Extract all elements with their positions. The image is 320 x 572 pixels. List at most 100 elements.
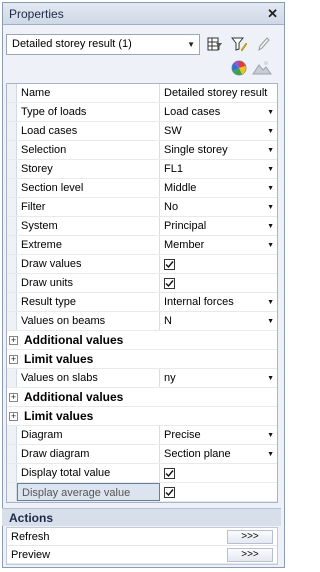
chevron-down-icon[interactable]: ▼ bbox=[267, 242, 274, 249]
property-value: Single storey bbox=[164, 144, 228, 156]
expand-plus-icon[interactable]: + bbox=[9, 354, 18, 364]
filter-edit-icon[interactable] bbox=[230, 34, 248, 54]
property-value-cell[interactable]: Detailed storey result bbox=[160, 84, 277, 102]
chevron-down-icon: ▼ bbox=[187, 39, 195, 49]
property-name: Name bbox=[17, 84, 160, 102]
property-row-storey[interactable]: Storey FL1 ▼ bbox=[7, 160, 277, 179]
property-name: Diagram bbox=[17, 426, 160, 444]
row-margin bbox=[7, 426, 17, 444]
property-value-cell[interactable]: Single storey ▼ bbox=[160, 141, 277, 159]
property-row-display-total-value[interactable]: Display total value bbox=[7, 464, 277, 483]
property-row-section-level[interactable]: Section level Middle ▼ bbox=[7, 179, 277, 198]
property-row-type-of-loads[interactable]: Type of loads Load cases ▼ bbox=[7, 103, 277, 122]
property-value: N bbox=[164, 315, 172, 327]
chevron-down-icon[interactable]: ▼ bbox=[267, 223, 274, 230]
chevron-down-icon[interactable]: ▼ bbox=[267, 109, 274, 116]
property-value-cell[interactable]: No ▼ bbox=[160, 198, 277, 216]
checkbox[interactable] bbox=[164, 486, 175, 498]
chevron-down-icon[interactable]: ▼ bbox=[267, 128, 274, 135]
property-value: Load cases bbox=[164, 106, 221, 118]
property-row-name[interactable]: Name Detailed storey result bbox=[7, 84, 277, 103]
pencil-icon[interactable] bbox=[254, 34, 272, 54]
chevron-down-icon[interactable]: ▼ bbox=[267, 318, 274, 325]
property-row-draw-units[interactable]: Draw units bbox=[7, 274, 277, 293]
checkbox[interactable] bbox=[164, 467, 175, 479]
panel-titlebar: Properties ✕ bbox=[3, 3, 284, 25]
property-row-system[interactable]: System Principal ▼ bbox=[7, 217, 277, 236]
row-margin bbox=[7, 274, 17, 292]
row-margin bbox=[7, 236, 17, 254]
chevron-down-icon[interactable]: ▼ bbox=[267, 432, 274, 439]
property-row-draw-diagram[interactable]: Draw diagram Section plane ▼ bbox=[7, 445, 277, 464]
category-limit-values[interactable]: + Limit values bbox=[7, 350, 277, 369]
property-value-cell[interactable]: N ▼ bbox=[160, 312, 277, 330]
expand-plus-icon[interactable]: + bbox=[9, 411, 18, 421]
color-palette-icon[interactable] bbox=[230, 59, 248, 77]
property-value-cell[interactable]: Section plane ▼ bbox=[160, 445, 277, 463]
property-value: Principal bbox=[164, 220, 207, 232]
property-row-display-average-value[interactable]: Display average value bbox=[7, 483, 277, 502]
table-filter-icon[interactable] bbox=[206, 34, 224, 54]
property-name: Load cases bbox=[17, 122, 160, 140]
property-value-cell[interactable]: FL1 ▼ bbox=[160, 160, 277, 178]
property-name: Draw values bbox=[17, 255, 160, 273]
property-value-cell[interactable]: Load cases ▼ bbox=[160, 103, 277, 121]
property-row-draw-values[interactable]: Draw values bbox=[7, 255, 277, 274]
property-value-cell[interactable]: ny ▼ bbox=[160, 369, 277, 387]
category-additional-values[interactable]: + Additional values bbox=[7, 388, 277, 407]
landscape-render-icon[interactable] bbox=[252, 59, 272, 77]
property-row-result-type[interactable]: Result type Internal forces ▼ bbox=[7, 293, 277, 312]
property-value-cell[interactable]: Middle ▼ bbox=[160, 179, 277, 197]
refresh-button[interactable]: >>> bbox=[227, 529, 273, 544]
row-margin bbox=[7, 293, 17, 311]
property-value-cell[interactable]: SW ▼ bbox=[160, 122, 277, 140]
chevron-down-icon[interactable]: ▼ bbox=[267, 204, 274, 211]
chevron-down-icon[interactable]: ▼ bbox=[267, 185, 274, 192]
property-value: Internal forces bbox=[164, 296, 234, 308]
property-row-diagram[interactable]: Diagram Precise ▼ bbox=[7, 426, 277, 445]
property-value-cell[interactable]: Member ▼ bbox=[160, 236, 277, 254]
checkbox[interactable] bbox=[164, 258, 175, 270]
property-row-load-cases[interactable]: Load cases SW ▼ bbox=[7, 122, 277, 141]
property-value-cell[interactable]: Internal forces ▼ bbox=[160, 293, 277, 311]
property-value: No bbox=[164, 201, 179, 213]
chevron-down-icon[interactable]: ▼ bbox=[267, 451, 274, 458]
row-margin bbox=[7, 141, 17, 159]
close-icon[interactable]: ✕ bbox=[267, 6, 278, 22]
property-name: Display total value bbox=[17, 464, 160, 482]
action-preview[interactable]: Preview >>> bbox=[7, 546, 277, 564]
object-selector-combo[interactable]: Detailed storey result (1) ▼ bbox=[6, 33, 200, 55]
category-additional-values[interactable]: + Additional values bbox=[7, 331, 277, 350]
chevron-down-icon[interactable]: ▼ bbox=[267, 147, 274, 154]
selection-toolbar: Detailed storey result (1) ▼ bbox=[6, 33, 276, 55]
property-value-cell[interactable] bbox=[160, 274, 277, 292]
row-margin bbox=[7, 160, 17, 178]
category-limit-values[interactable]: + Limit values bbox=[7, 407, 277, 426]
property-value: Precise bbox=[164, 429, 201, 441]
checkmark-icon bbox=[165, 469, 174, 477]
property-row-extreme[interactable]: Extreme Member ▼ bbox=[7, 236, 277, 255]
property-value-cell[interactable] bbox=[160, 483, 277, 501]
property-value-cell[interactable]: Precise ▼ bbox=[160, 426, 277, 444]
row-margin bbox=[7, 369, 17, 387]
chevron-down-icon[interactable]: ▼ bbox=[267, 166, 274, 173]
chevron-down-icon[interactable]: ▼ bbox=[267, 299, 274, 306]
chevron-down-icon[interactable]: ▼ bbox=[267, 375, 274, 382]
property-row-values-on-slabs[interactable]: Values on slabs ny ▼ bbox=[7, 369, 277, 388]
category-label: Additional values bbox=[24, 390, 124, 404]
property-value-cell[interactable] bbox=[160, 255, 277, 273]
property-row-values-on-beams[interactable]: Values on beams N ▼ bbox=[7, 312, 277, 331]
row-margin bbox=[7, 445, 17, 463]
checkbox[interactable] bbox=[164, 277, 175, 289]
property-value-cell[interactable]: Principal ▼ bbox=[160, 217, 277, 235]
row-margin bbox=[7, 312, 17, 330]
property-value-cell[interactable] bbox=[160, 464, 277, 482]
expand-plus-icon[interactable]: + bbox=[9, 392, 18, 402]
expand-plus-icon[interactable]: + bbox=[9, 335, 18, 345]
property-name: System bbox=[17, 217, 160, 235]
preview-button[interactable]: >>> bbox=[227, 547, 273, 562]
property-row-selection[interactable]: Selection Single storey ▼ bbox=[7, 141, 277, 160]
action-refresh[interactable]: Refresh >>> bbox=[7, 528, 277, 546]
property-row-filter[interactable]: Filter No ▼ bbox=[7, 198, 277, 217]
row-margin bbox=[7, 217, 17, 235]
